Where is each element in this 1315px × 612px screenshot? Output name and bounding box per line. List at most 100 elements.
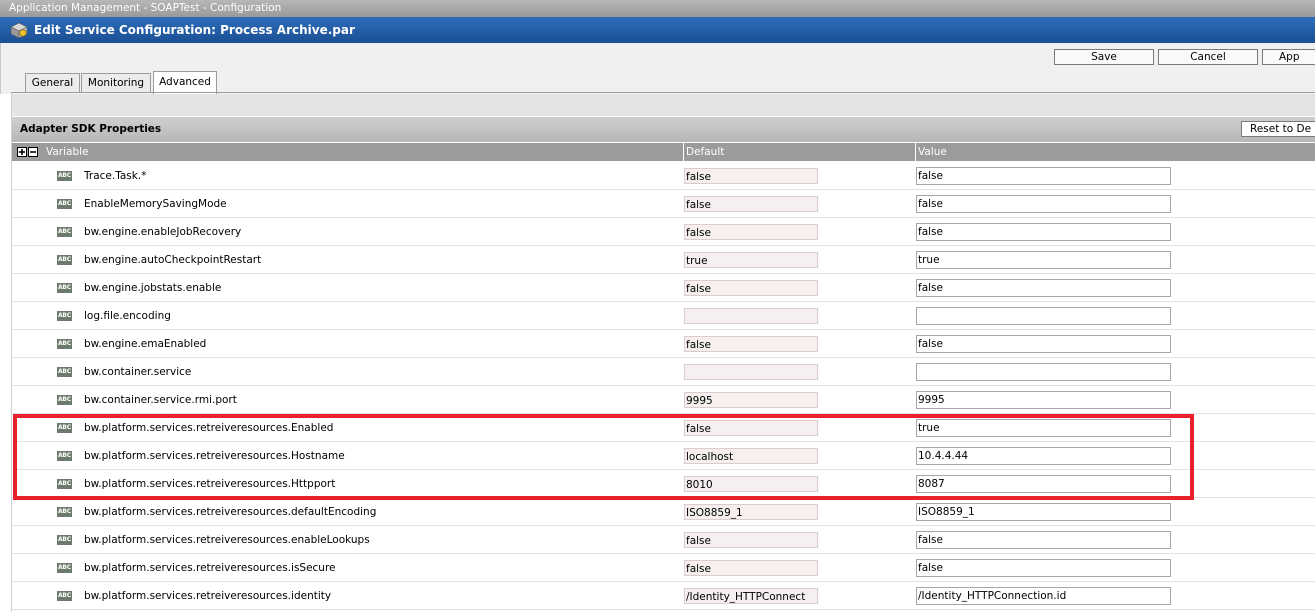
default-value-field: false (684, 280, 818, 296)
section-title: Adapter SDK Properties (20, 123, 162, 135)
string-type-icon: ABC (57, 199, 72, 209)
default-value-field: false (684, 168, 818, 184)
variable-name: EnableMemorySavingMode (84, 198, 227, 210)
tab-monitoring[interactable]: Monitoring (81, 73, 151, 92)
table-row: ABC bw.engine.autoCheckpointRestart true (12, 246, 1315, 274)
table-header: Variable Default Value (12, 143, 1315, 161)
value-input[interactable] (916, 587, 1171, 605)
default-value-field (684, 364, 818, 380)
string-type-icon: ABC (57, 507, 72, 517)
cancel-button[interactable]: Cancel (1158, 49, 1258, 65)
table-row: ABC bw.platform.services.retreiveresource… (12, 498, 1315, 526)
column-header-default: Default (686, 146, 725, 158)
window-title-bar: Edit Service Configuration: Process Arch… (0, 17, 1315, 43)
table-row: ABC log.file.encoding (12, 302, 1315, 330)
value-input[interactable] (916, 167, 1171, 185)
section-header: Adapter SDK Properties (12, 117, 1315, 142)
variable-name: bw.platform.services.retreiveresources.d… (84, 506, 377, 518)
apply-button[interactable]: App (1262, 49, 1315, 65)
string-type-icon: ABC (57, 367, 72, 377)
value-input[interactable] (916, 195, 1171, 213)
variable-name: bw.container.service (84, 366, 192, 378)
variable-name: bw.engine.autoCheckpointRestart (84, 254, 262, 266)
table-row: ABC bw.container.service.rmi.port 9995 (12, 386, 1315, 414)
table-row: ABC EnableMemorySavingMode false (12, 190, 1315, 218)
string-type-icon: ABC (57, 563, 72, 573)
value-input[interactable] (916, 447, 1171, 465)
tab-general[interactable]: General (25, 73, 80, 92)
expand-all-icon[interactable] (17, 147, 27, 157)
table-row: ABC bw.platform.services.retreiveresource… (12, 582, 1315, 610)
value-input[interactable] (916, 223, 1171, 241)
tab-advanced[interactable]: Advanced (153, 71, 217, 94)
table-row: ABC bw.platform.services.retreiveresource… (12, 554, 1315, 582)
default-value-field: /Identity_HTTPConnect (684, 588, 818, 604)
default-value-field: localhost (684, 448, 818, 464)
window-title: Edit Service Configuration: Process Arch… (34, 23, 355, 37)
table-row: ABC bw.platform.services.retreiveresource… (12, 470, 1315, 498)
reset-defaults-button[interactable]: Reset to De (1241, 121, 1315, 137)
default-value-field: false (684, 336, 818, 352)
value-input[interactable] (916, 251, 1171, 269)
column-header-variable: Variable (46, 146, 89, 158)
table-row: ABC bw.engine.enableJobRecovery false (12, 218, 1315, 246)
variable-name: bw.platform.services.retreiveresources.H… (84, 450, 345, 462)
value-input[interactable] (916, 531, 1171, 549)
table-row: ABC bw.container.service (12, 358, 1315, 386)
expand-collapse-controls (17, 147, 38, 157)
string-type-icon: ABC (57, 591, 72, 601)
default-value-field (684, 308, 818, 324)
variable-name: bw.engine.enableJobRecovery (84, 226, 242, 238)
table-row: ABC bw.platform.services.retreiveresource… (12, 442, 1315, 470)
variable-name: bw.platform.services.retreiveresources.H… (84, 478, 336, 490)
default-value-field: false (684, 560, 818, 576)
save-button[interactable]: Save (1054, 49, 1154, 65)
string-type-icon: ABC (57, 255, 72, 265)
value-input[interactable] (916, 559, 1171, 577)
variable-name: bw.platform.services.retreiveresources.i… (84, 562, 336, 574)
default-value-field: false (684, 420, 818, 436)
variable-name: bw.engine.jobstats.enable (84, 282, 222, 294)
string-type-icon: ABC (57, 311, 72, 321)
string-type-icon: ABC (57, 339, 72, 349)
default-value-field: ISO8859_1 (684, 504, 818, 520)
value-input[interactable] (916, 307, 1171, 325)
variable-name: log.file.encoding (84, 310, 171, 322)
value-input[interactable] (916, 391, 1171, 409)
string-type-icon: ABC (57, 227, 72, 237)
variable-name: bw.container.service.rmi.port (84, 394, 237, 406)
variable-name: bw.platform.services.retreiveresources.E… (84, 422, 334, 434)
service-config-icon (10, 22, 28, 39)
value-input[interactable] (916, 335, 1171, 353)
column-divider (915, 143, 916, 161)
column-header-value: Value (918, 146, 947, 158)
table-row: ABC Trace.Task.* false (12, 162, 1315, 190)
default-value-field: false (684, 196, 818, 212)
string-type-icon: ABC (57, 423, 72, 433)
variable-name: Trace.Task.* (84, 170, 147, 182)
string-type-icon: ABC (57, 283, 72, 293)
table-row: ABC bw.platform.services.retreiveresource… (12, 526, 1315, 554)
table-row: ABC bw.platform.services.retreiveresource… (12, 414, 1315, 442)
value-input[interactable] (916, 363, 1171, 381)
value-input[interactable] (916, 419, 1171, 437)
table-row: ABC bw.engine.emaEnabled false (12, 330, 1315, 358)
default-value-field: 8010 (684, 476, 818, 492)
value-input[interactable] (916, 279, 1171, 297)
variable-name: bw.engine.emaEnabled (84, 338, 207, 350)
collapse-all-icon[interactable] (28, 147, 38, 157)
panel-strip (12, 94, 1315, 116)
column-divider (683, 143, 684, 161)
default-value-field: 9995 (684, 392, 818, 408)
variable-name: bw.platform.services.retreiveresources.i… (84, 590, 332, 602)
default-value-field: false (684, 532, 818, 548)
string-type-icon: ABC (57, 535, 72, 545)
default-value-field: true (684, 252, 818, 268)
default-value-field: false (684, 224, 818, 240)
tab-divider (11, 92, 1315, 93)
table-row: ABC bw.engine.jobstats.enable false (12, 274, 1315, 302)
string-type-icon: ABC (57, 171, 72, 181)
string-type-icon: ABC (57, 451, 72, 461)
value-input[interactable] (916, 503, 1171, 521)
value-input[interactable] (916, 475, 1171, 493)
